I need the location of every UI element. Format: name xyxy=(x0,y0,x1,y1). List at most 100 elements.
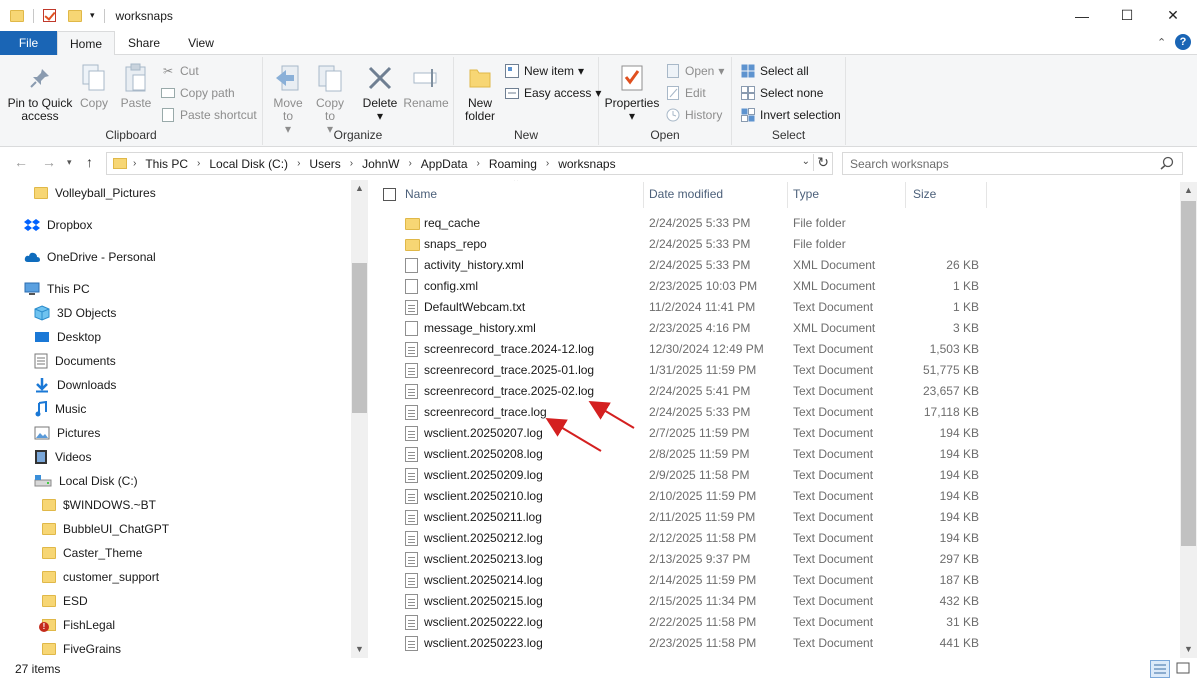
file-row[interactable]: wsclient.20250210.log 2/10/2025 11:59 PM T… xyxy=(370,486,1170,507)
breadcrumb-users[interactable]: Users xyxy=(309,157,340,171)
copy-path-button[interactable]: Copy path xyxy=(160,84,235,102)
properties-icon[interactable] xyxy=(43,9,56,22)
easy-access-button[interactable]: Easy access ▾ xyxy=(504,84,601,102)
file-row[interactable]: wsclient.20250213.log 2/13/2025 9:37 PM Te… xyxy=(370,549,1170,570)
nav-item-volleyball-pictures[interactable]: Volleyball_Pictures xyxy=(34,182,156,204)
tab-file[interactable]: File xyxy=(0,31,57,55)
file-row[interactable]: config.xml 2/23/2025 10:03 PM XML Document… xyxy=(370,276,1170,297)
address-bar[interactable]: › This PC › Local Disk (C:) › Users › Jo… xyxy=(106,152,833,175)
nav-item-desktop[interactable]: Desktop xyxy=(34,326,101,348)
nav-item-onedrive-personal[interactable]: OneDrive - Personal xyxy=(24,246,156,268)
file-row[interactable]: screenrecord_trace.2025-01.log 1/31/2025 … xyxy=(370,360,1170,381)
nav-item-music[interactable]: Music xyxy=(34,398,86,420)
paste-button[interactable]: Paste xyxy=(117,63,155,110)
minimize-button[interactable]: — xyxy=(1059,0,1105,31)
file-row[interactable]: screenrecord_trace.2024-12.log 12/30/2024… xyxy=(370,339,1170,360)
breadcrumb-local-disk[interactable]: Local Disk (C:) xyxy=(209,157,288,171)
column-header-name[interactable]: Name xyxy=(405,180,643,208)
column-divider[interactable] xyxy=(905,182,906,208)
file-row[interactable]: wsclient.20250207.log 2/7/2025 11:59 PM Te… xyxy=(370,423,1170,444)
nav-item-pictures[interactable]: Pictures xyxy=(34,422,100,444)
rename-button[interactable]: Rename xyxy=(403,63,449,110)
search-input[interactable]: Search worksnaps xyxy=(842,152,1183,175)
file-row[interactable]: screenrecord_trace.2025-02.log 2/24/2025 … xyxy=(370,381,1170,402)
file-row[interactable]: wsclient.20250215.log 2/15/2025 11:34 PM T… xyxy=(370,591,1170,612)
breadcrumb-appdata[interactable]: AppData xyxy=(421,157,468,171)
new-folder-icon[interactable] xyxy=(68,9,82,22)
select-none-button[interactable]: Select none xyxy=(740,84,823,102)
file-row[interactable]: screenrecord_trace.log 2/24/2025 5:33 PM T… xyxy=(370,402,1170,423)
file-row[interactable]: wsclient.20250223.log 2/23/2025 11:58 PM T… xyxy=(370,633,1170,654)
scroll-down-icon[interactable]: ▼ xyxy=(351,641,368,658)
chevron-down-icon[interactable]: ⌄ xyxy=(802,156,810,167)
delete-button[interactable]: Delete ▾ xyxy=(361,63,399,123)
copy-to-button[interactable]: Copy to ▾ xyxy=(311,63,349,136)
history-button[interactable]: History xyxy=(665,106,722,124)
select-all-button[interactable]: Select all xyxy=(740,62,809,80)
nav-item-downloads[interactable]: Downloads xyxy=(34,374,116,396)
file-row[interactable]: snaps_repo 2/24/2025 5:33 PM File folder xyxy=(370,234,1170,255)
nav-item-fishlegal[interactable]: ! FishLegal xyxy=(39,614,115,636)
maximize-button[interactable]: ☐ xyxy=(1104,0,1150,31)
nav-item-videos[interactable]: Videos xyxy=(34,446,91,468)
pin-to-quick-access-button[interactable]: Pin to Quick access xyxy=(4,63,76,123)
file-row[interactable]: DefaultWebcam.txt 11/2/2024 11:41 PM Text … xyxy=(370,297,1170,318)
column-divider[interactable] xyxy=(787,182,788,208)
breadcrumb-this-pc[interactable]: This PC xyxy=(145,157,188,171)
file-list-scroll-thumb[interactable] xyxy=(1181,201,1196,546)
column-divider[interactable] xyxy=(643,182,644,208)
customize-quick-access-icon[interactable]: ▾ xyxy=(90,10,95,21)
nav-item-esd[interactable]: ESD xyxy=(42,590,88,612)
file-list-scrollbar[interactable]: ▲ ▼ xyxy=(1180,182,1197,658)
nav-item-3d-objects[interactable]: 3D Objects xyxy=(34,302,116,324)
help-icon[interactable]: ? xyxy=(1175,34,1191,50)
file-row[interactable]: req_cache 2/24/2025 5:33 PM File folder xyxy=(370,213,1170,234)
file-row[interactable]: wsclient.20250214.log 2/14/2025 11:59 PM T… xyxy=(370,570,1170,591)
move-to-button[interactable]: Move to ▾ xyxy=(269,63,307,136)
nav-item-bubbleui-chatgpt[interactable]: BubbleUI_ChatGPT xyxy=(42,518,169,540)
refresh-icon[interactable]: ↻ xyxy=(813,154,829,171)
forward-arrow-icon[interactable]: → xyxy=(42,154,56,170)
file-row[interactable]: wsclient.20250211.log 2/11/2025 11:59 PM T… xyxy=(370,507,1170,528)
nav-item-windows-bt[interactable]: $WINDOWS.~BT xyxy=(42,494,156,516)
nav-scroll-thumb[interactable] xyxy=(352,263,367,413)
select-all-checkbox[interactable] xyxy=(383,188,396,201)
nav-item-dropbox[interactable]: Dropbox xyxy=(24,214,92,236)
nav-scrollbar[interactable]: ▲ ▼ xyxy=(351,180,368,658)
nav-item-documents[interactable]: Documents xyxy=(34,350,116,372)
scroll-up-icon[interactable]: ▲ xyxy=(351,180,368,197)
breadcrumb-worksnaps[interactable]: worksnaps xyxy=(558,157,615,171)
properties-button[interactable]: Properties ▾ xyxy=(604,63,660,123)
file-row[interactable]: wsclient.20250222.log 2/22/2025 11:58 PM T… xyxy=(370,612,1170,633)
chevron-right-icon[interactable]: › xyxy=(408,158,411,169)
tab-view[interactable]: View xyxy=(176,31,226,55)
invert-selection-button[interactable]: Invert selection xyxy=(740,106,841,124)
file-row[interactable]: wsclient.20250212.log 2/12/2025 11:58 PM T… xyxy=(370,528,1170,549)
details-view-icon[interactable] xyxy=(1150,660,1170,678)
file-row[interactable]: message_history.xml 2/23/2025 4:16 PM XML … xyxy=(370,318,1170,339)
column-header-type[interactable]: Type xyxy=(793,180,905,208)
nav-item-fivegrains[interactable]: FiveGrains xyxy=(42,638,121,658)
scroll-down-icon[interactable]: ▼ xyxy=(1180,641,1197,658)
close-button[interactable]: ✕ xyxy=(1150,0,1196,31)
chevron-right-icon[interactable]: › xyxy=(350,158,353,169)
chevron-right-icon[interactable]: › xyxy=(297,158,300,169)
recent-locations-icon[interactable]: ▾ xyxy=(67,157,72,168)
up-arrow-icon[interactable]: ↑ xyxy=(86,154,93,170)
file-row[interactable]: wsclient.20250208.log 2/8/2025 11:59 PM Te… xyxy=(370,444,1170,465)
new-folder-button[interactable]: New folder xyxy=(460,63,500,123)
column-header-size[interactable]: Size xyxy=(913,180,983,208)
chevron-right-icon[interactable]: › xyxy=(477,158,480,169)
nav-item-customer-support[interactable]: customer_support xyxy=(42,566,159,588)
chevron-right-icon[interactable]: › xyxy=(546,158,549,169)
open-button[interactable]: Open ▾ xyxy=(665,62,724,80)
file-row[interactable]: wsclient.20250209.log 2/9/2025 11:58 PM Te… xyxy=(370,465,1170,486)
scroll-up-icon[interactable]: ▲ xyxy=(1180,182,1197,199)
breadcrumb-johnw[interactable]: JohnW xyxy=(362,157,399,171)
nav-item-this-pc[interactable]: This PC xyxy=(24,278,90,300)
nav-item-caster-theme[interactable]: Caster_Theme xyxy=(42,542,142,564)
tab-home[interactable]: Home xyxy=(57,31,115,56)
back-arrow-icon[interactable]: ← xyxy=(14,154,28,170)
breadcrumb-roaming[interactable]: Roaming xyxy=(489,157,537,171)
tab-share[interactable]: Share xyxy=(120,31,168,55)
